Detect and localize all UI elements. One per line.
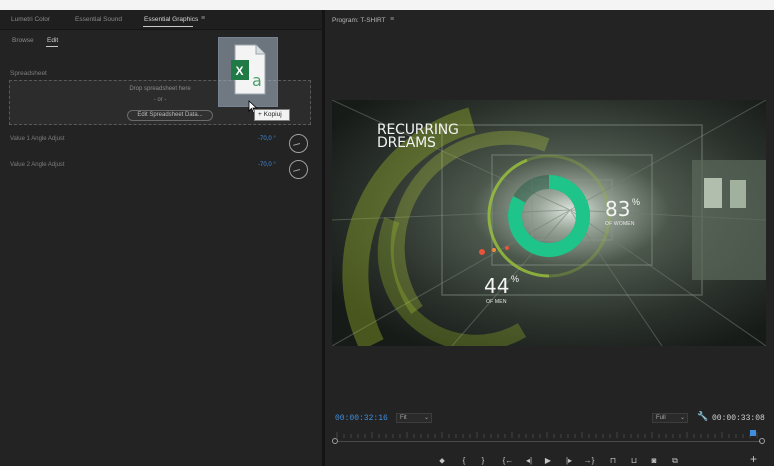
param-value-value1[interactable]: -70,0 ° bbox=[258, 136, 276, 142]
program-monitor-title[interactable]: Program: T-SHIRT bbox=[332, 17, 386, 24]
video-title: RECURRING DREAMS bbox=[377, 123, 459, 151]
button-editor-plus-icon[interactable]: + bbox=[750, 452, 757, 466]
program-monitor-panel: Program: T-SHIRT ≡ RECURRING DREAMS 83 %… bbox=[325, 10, 774, 466]
chevron-down-icon: ⌄ bbox=[679, 415, 685, 421]
param-label-value2: Value 2 Angle Adjust bbox=[10, 162, 65, 168]
stat-women-value: 83 bbox=[605, 197, 631, 221]
dragged-file-ghost: X a bbox=[218, 37, 278, 107]
zoom-select[interactable]: Fit ⌄ bbox=[396, 413, 432, 423]
mark-out-icon[interactable]: } bbox=[477, 456, 489, 465]
panel-menu-icon[interactable]: ≡ bbox=[201, 15, 205, 22]
scroll-knob-left[interactable] bbox=[332, 438, 338, 444]
comparison-view-icon[interactable]: ⧉ bbox=[669, 456, 681, 466]
step-forward-icon[interactable]: |▸ bbox=[563, 456, 575, 465]
svg-text:a: a bbox=[252, 71, 262, 90]
active-tab-underline bbox=[143, 26, 193, 27]
stat-women-unit: % bbox=[632, 197, 641, 207]
angle-dial-value1[interactable] bbox=[289, 134, 308, 153]
extract-icon[interactable]: ⊔ bbox=[628, 456, 640, 465]
chevron-down-icon: ⌄ bbox=[423, 415, 429, 421]
video-frame[interactable]: RECURRING DREAMS 83 % OF WOMEN 44 % OF M… bbox=[332, 100, 766, 346]
go-to-out-icon[interactable]: →} bbox=[583, 456, 595, 465]
export-frame-icon[interactable]: ◙ bbox=[648, 456, 660, 465]
window-top-strip bbox=[0, 0, 774, 10]
excel-file-icon: X a bbox=[231, 44, 266, 95]
tab-lumetri-color[interactable]: Lumetri Color bbox=[11, 16, 50, 23]
resolution-select-value: Full bbox=[656, 415, 666, 421]
scroll-knob-right[interactable] bbox=[759, 438, 765, 444]
time-ruler[interactable] bbox=[333, 431, 765, 445]
subtab-browse[interactable]: Browse bbox=[12, 37, 34, 44]
resolution-select[interactable]: Full ⌄ bbox=[652, 413, 688, 423]
panel-tabs: Lumetri Color Essential Sound Essential … bbox=[0, 10, 322, 30]
edit-spreadsheet-button[interactable]: Edit Spreadsheet Data... bbox=[127, 110, 213, 121]
add-marker-icon[interactable]: ⬥ bbox=[436, 456, 448, 466]
program-menu-icon[interactable]: ≡ bbox=[390, 16, 394, 23]
duration-timecode: 00:00:33:08 bbox=[712, 414, 765, 423]
param-value-value2[interactable]: -70,0 ° bbox=[258, 162, 276, 168]
tab-essential-graphics[interactable]: Essential Graphics bbox=[144, 16, 198, 23]
step-back-icon[interactable]: ◂| bbox=[523, 456, 535, 465]
stat-men-label: OF MEN bbox=[486, 299, 507, 305]
svg-text:X: X bbox=[236, 64, 244, 78]
zoom-scroll-bar[interactable] bbox=[337, 441, 761, 442]
spreadsheet-label: Spreadsheet bbox=[10, 70, 47, 77]
go-to-in-icon[interactable]: {← bbox=[502, 456, 514, 465]
wrench-settings-icon[interactable]: 🔧 bbox=[697, 411, 708, 422]
stat-men-unit: % bbox=[511, 274, 520, 284]
stat-women-label: OF WOMEN bbox=[605, 221, 635, 227]
play-icon[interactable]: ▶ bbox=[542, 456, 554, 465]
active-subtab-underline bbox=[46, 46, 58, 47]
zoom-select-value: Fit bbox=[400, 415, 407, 421]
copy-tooltip: + Kopiuj bbox=[254, 109, 290, 121]
video-title-line2: DREAMS bbox=[377, 135, 436, 151]
subtab-edit[interactable]: Edit bbox=[47, 37, 58, 44]
tab-essential-sound[interactable]: Essential Sound bbox=[75, 16, 122, 23]
param-label-value1: Value 1 Angle Adjust bbox=[10, 136, 65, 142]
stat-men-value: 44 bbox=[484, 274, 510, 298]
angle-dial-value2[interactable] bbox=[289, 160, 308, 179]
lift-icon[interactable]: ⊓ bbox=[607, 456, 619, 465]
mark-in-icon[interactable]: { bbox=[458, 456, 470, 465]
current-timecode[interactable]: 00:00:32:16 bbox=[335, 414, 388, 423]
playhead-marker[interactable] bbox=[750, 430, 756, 436]
